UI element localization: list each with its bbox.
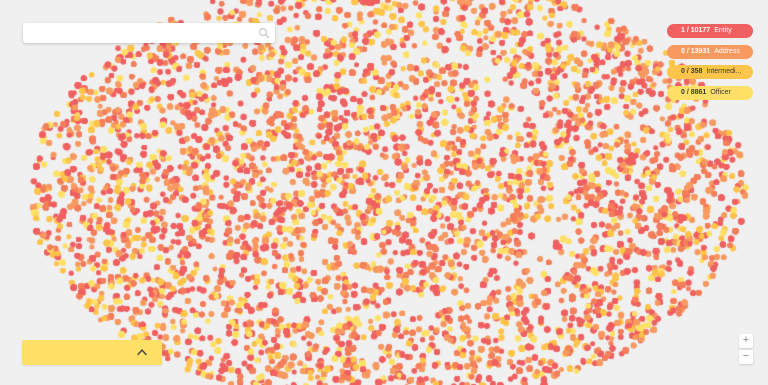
legend-item-officer[interactable]: 0 / 8861 Officer — [667, 85, 753, 100]
search-input[interactable] — [23, 23, 249, 43]
collapsible-panel[interactable] — [22, 340, 162, 365]
legend-label: Address — [714, 47, 740, 55]
legend-item-entity[interactable]: 1 / 10177 Entity — [667, 24, 753, 38]
zoom-out-button[interactable]: − — [739, 350, 753, 364]
node-type-legend: 1 / 10177 Entity 0 / 13931 Address 0 / 358… — [667, 24, 753, 106]
search-box — [23, 23, 275, 43]
network-graph-canvas[interactable] — [0, 0, 768, 385]
legend-count: 1 / 10177 — [681, 27, 711, 34]
legend-item-intermediary[interactable]: 0 / 358 Intermedi... — [667, 65, 753, 79]
legend-count: 0 / 8861 — [681, 88, 707, 96]
legend-label: Officer — [710, 88, 731, 96]
chevron-up-icon[interactable] — [136, 347, 148, 357]
search-icon[interactable] — [258, 27, 270, 39]
zoom-controls: + − — [739, 334, 753, 364]
zoom-in-button[interactable]: + — [739, 334, 753, 348]
legend-item-address[interactable]: 0 / 13931 Address — [667, 44, 753, 59]
legend-count: 0 / 13931 — [681, 47, 711, 55]
legend-count: 0 / 358 — [681, 68, 703, 75]
legend-label: Intermedi... — [706, 68, 742, 75]
legend-label: Entity — [714, 27, 732, 34]
